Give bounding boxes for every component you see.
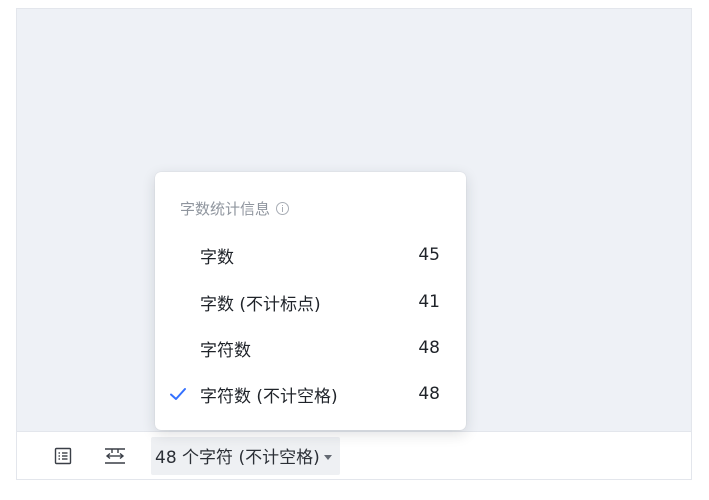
option-label: 字数 (200, 247, 234, 268)
count-option-words-no-punct[interactable]: 字数 (不计标点) 41 (167, 282, 454, 322)
option-value: 41 (418, 292, 440, 312)
option-label: 字符数 (200, 340, 251, 361)
word-count-popover: 字数统计信息 字数 45 字数 (不计标点) 41 字符数 48 字符数 (不计… (155, 172, 466, 430)
caret-down-icon (323, 454, 332, 460)
status-bar: 48 个字符 (不计空格) (17, 431, 691, 479)
option-value: 45 (418, 245, 440, 265)
checkmark-icon (169, 386, 189, 402)
popover-title: 字数统计信息 (180, 200, 271, 218)
info-circle-icon[interactable] (276, 202, 290, 215)
word-count-dropdown[interactable]: 48 个字符 (不计空格) (151, 436, 340, 475)
word-count-label: 48 个字符 (不计空格) (155, 448, 320, 468)
popover-header: 字数统计信息 (180, 198, 290, 219)
count-option-chars-no-space[interactable]: 字符数 (不计空格) 48 (167, 374, 454, 414)
option-value: 48 (418, 338, 440, 358)
option-label: 字符数 (不计空格) (200, 386, 338, 407)
count-option-chars[interactable]: 字符数 48 (167, 328, 454, 368)
list-outline-icon[interactable] (51, 444, 75, 468)
option-value: 48 (418, 384, 440, 404)
page-width-icon[interactable] (103, 444, 127, 468)
option-label: 字数 (不计标点) (200, 294, 321, 315)
count-option-words[interactable]: 字数 45 (167, 235, 454, 275)
